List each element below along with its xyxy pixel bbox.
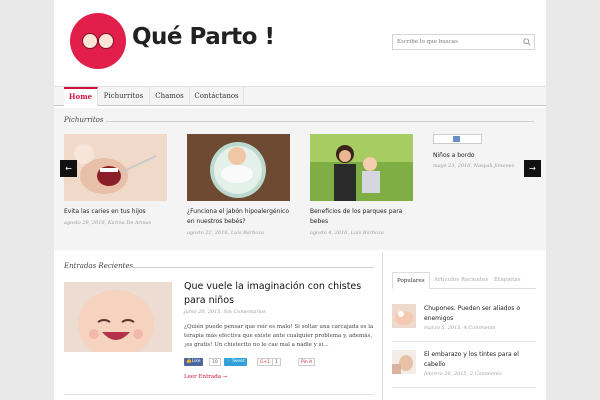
featured-slider: Pichurritos Evita las caries en tus hijo… xyxy=(54,108,546,250)
like-count: 10 xyxy=(209,358,221,366)
section-divider xyxy=(106,121,534,122)
sidebar-thumb-pregnancy[interactable] xyxy=(392,350,416,374)
sidebar-item-meta: febrero 26, 2015, 2 Comments xyxy=(424,371,502,377)
slide-author[interactable]: Luis Barboza xyxy=(231,230,264,236)
logo-icon[interactable] xyxy=(70,13,126,69)
post-image-laughing-baby[interactable] xyxy=(64,282,172,352)
slide-date: agosto 4, 2016, xyxy=(310,230,350,236)
sidebar-divider xyxy=(392,387,536,388)
tab-etiquetas[interactable]: Etiquetas xyxy=(494,272,521,289)
slide-author[interactable]: Karina De Armas xyxy=(108,220,151,226)
nav-item-pichurritos[interactable]: Pichurritos xyxy=(98,87,150,106)
tab-articulos-recientes[interactable]: Artículos Recientes xyxy=(434,272,488,289)
facebook-like-button[interactable]: 👍Like xyxy=(184,358,203,366)
sidebar-item-comments[interactable]: 4 Comments xyxy=(464,325,496,331)
slide-meta: agosto 4, 2016, Luis Barboza xyxy=(310,230,418,236)
nav-item-home[interactable]: Home xyxy=(64,87,98,106)
slide-image-baby-bath[interactable] xyxy=(187,134,290,201)
slide-author[interactable]: Luis Barboza xyxy=(351,230,384,236)
recent-section-title: Entradas Recientes xyxy=(64,262,134,270)
sidebar-item-title[interactable]: El embarazo y los tintes para el cabello xyxy=(424,350,536,370)
sidebar-tabs: Populares Artículos Recientes Etiquetas xyxy=(392,272,536,289)
search-box xyxy=(392,34,535,50)
post-divider xyxy=(64,394,374,395)
post-excerpt: ¿Quién puede pensar que reír es malo! Si… xyxy=(184,324,374,348)
slide-date: agosto 22, 2016, xyxy=(187,230,230,236)
search-icon[interactable] xyxy=(523,38,531,46)
slider-section-title: Pichurritos xyxy=(64,116,104,124)
slide-image-park[interactable] xyxy=(310,134,413,201)
slider-next-button[interactable]: → xyxy=(524,160,541,177)
section-divider xyxy=(128,267,374,268)
tweet-button[interactable]: 🐦Tweet xyxy=(224,358,247,366)
pinterest-button[interactable]: Pin it xyxy=(298,358,316,366)
slide-image-placeholder-icon[interactable] xyxy=(433,134,482,144)
slide-meta: agosto 29, 2016, Karina De Armas xyxy=(64,220,172,226)
sidebar-item-date: febrero 26, 2015, xyxy=(424,371,469,377)
post-comments[interactable]: Sin Comentarios xyxy=(224,309,266,315)
sidebar-item-meta: marzo 5, 2015, 4 Comments xyxy=(424,325,495,331)
slide-date: mayo 23, 2016, xyxy=(433,163,473,169)
post-date: junio 20, 2015, xyxy=(184,309,223,315)
sidebar-item-comments[interactable]: 2 Comments xyxy=(470,371,502,377)
sidebar-item-title[interactable]: Chupones. Pueden ser aliados o enemigos xyxy=(424,304,536,324)
slider-prev-button[interactable]: ← xyxy=(60,160,77,177)
slide-meta: agosto 22, 2016, Luis Barboza xyxy=(187,230,295,236)
sidebar-divider xyxy=(392,341,536,342)
post-title[interactable]: Que vuele la imaginación con chistes par… xyxy=(184,280,379,308)
page: Qué Parto ! Home Pichurritos Chamos Cont… xyxy=(54,0,546,400)
column-divider xyxy=(382,252,383,400)
logo-face-left xyxy=(82,33,98,49)
search-input[interactable] xyxy=(393,35,518,49)
tab-populares[interactable]: Populares xyxy=(392,272,430,289)
slide-author[interactable]: Nasyah Jimenez xyxy=(474,163,515,169)
logo-face-right xyxy=(98,33,114,49)
gplus-count: 1 xyxy=(272,358,281,366)
sidebar-thumb-pacifier[interactable] xyxy=(392,304,416,328)
slide-title[interactable]: Beneficios de los parques para bebes xyxy=(310,207,418,227)
slide-title[interactable]: Evita las caries en tus hijos xyxy=(64,207,172,217)
gplus-button[interactable]: G+1 xyxy=(257,358,274,366)
tweet-label: Tweet xyxy=(231,359,245,364)
like-label: Like xyxy=(191,359,201,364)
post-meta: junio 20, 2015, Sin Comentarios xyxy=(184,309,266,315)
slide-image-teeth[interactable] xyxy=(64,134,167,201)
main-nav: Home Pichurritos Chamos Contáctanos xyxy=(54,86,546,106)
site-logo-text[interactable]: Qué Parto ! xyxy=(132,24,275,50)
nav-item-chamos[interactable]: Chamos xyxy=(150,87,190,106)
slide-title[interactable]: ¿Funciona el jabón hipoalergénico en nue… xyxy=(187,207,295,227)
sidebar-item-date: marzo 5, 2015, xyxy=(424,325,463,331)
read-more-link[interactable]: Leer Entrada → xyxy=(184,374,227,380)
site-header: Qué Parto ! xyxy=(54,0,546,86)
slide-date: agosto 29, 2016, xyxy=(64,220,107,226)
nav-item-contactanos[interactable]: Contáctanos xyxy=(190,87,244,106)
